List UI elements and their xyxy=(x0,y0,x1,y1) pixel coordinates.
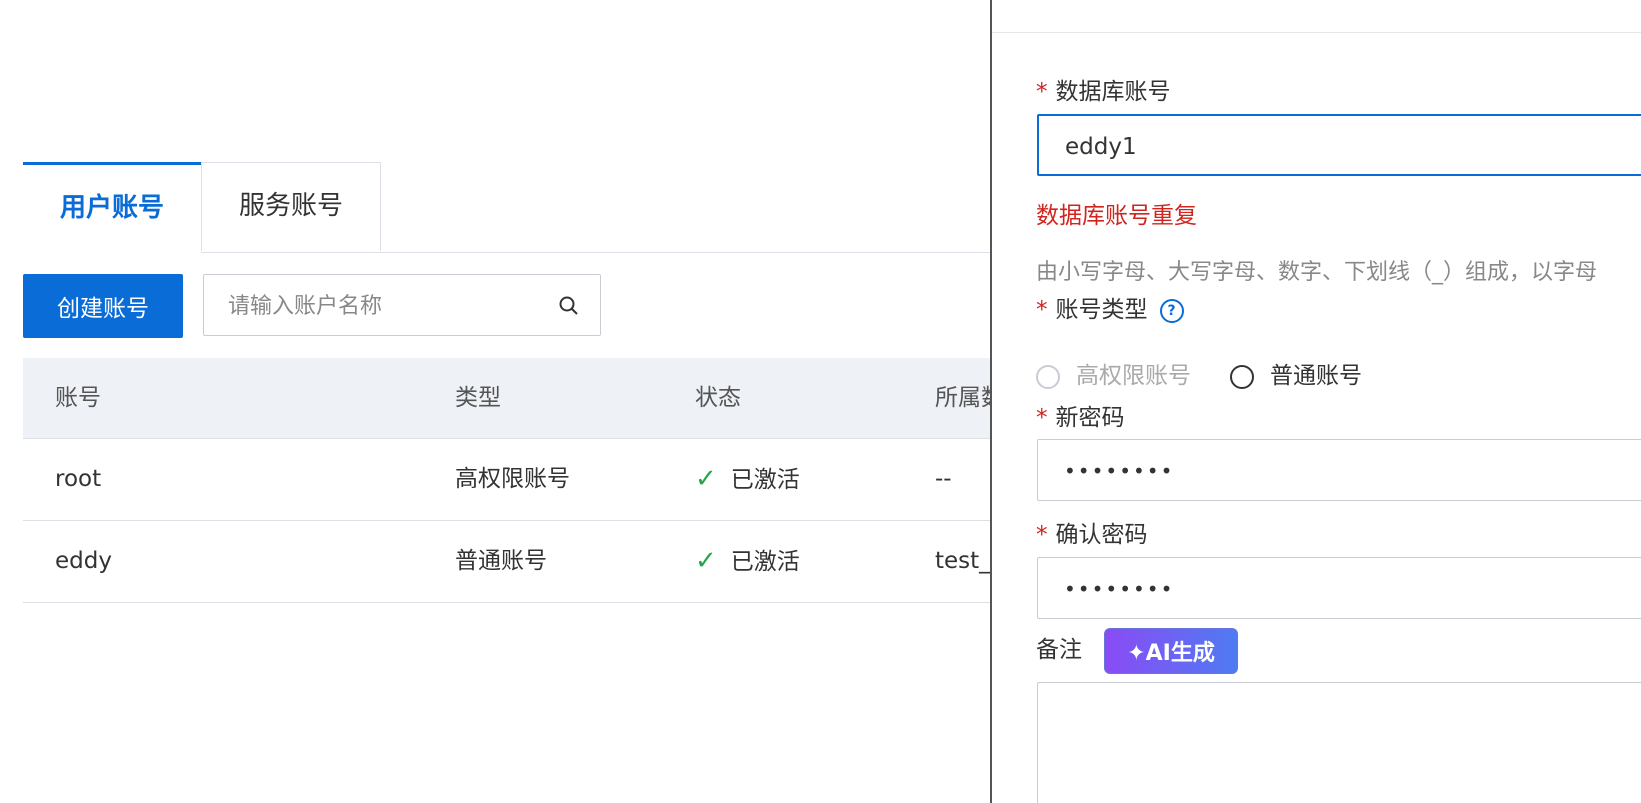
create-account-button[interactable]: 创建账号 xyxy=(23,274,183,338)
new-password-field xyxy=(1037,439,1641,501)
status-text: 已激活 xyxy=(730,467,800,493)
cell-status: ✓ 已激活 xyxy=(695,439,800,520)
header-type: 类型 xyxy=(455,385,501,411)
required-mark: * xyxy=(1036,405,1048,431)
db-account-field xyxy=(1037,114,1641,176)
required-mark: * xyxy=(1036,522,1048,548)
db-account-error: 数据库账号重复 xyxy=(1036,203,1197,229)
search-box xyxy=(203,274,601,336)
db-account-input[interactable] xyxy=(1063,126,1627,168)
cell-type: 普通账号 xyxy=(455,548,547,574)
create-account-drawer: *数据库账号 数据库账号重复 由小写字母、大写字母、数字、下划线（_）组成，以字… xyxy=(990,0,1641,803)
radio-normal-account[interactable]: 普通账号 xyxy=(1230,356,1362,390)
note-textarea[interactable] xyxy=(1037,682,1641,803)
cell-database: test_d xyxy=(935,548,990,574)
table-header: 账号 类型 状态 所属数 xyxy=(23,358,990,439)
tab-service-accounts[interactable]: 服务账号 xyxy=(201,162,381,251)
search-input[interactable] xyxy=(226,285,550,327)
header-status: 状态 xyxy=(695,385,741,411)
confirm-password-label: * 确认密码 xyxy=(1036,522,1148,548)
header-database: 所属数 xyxy=(935,385,990,411)
header-account: 账号 xyxy=(55,385,101,411)
cell-account: root xyxy=(55,466,102,492)
drawer-header-divider xyxy=(992,32,1641,33)
status-text: 已激活 xyxy=(730,549,800,575)
new-password-label: * 新密码 xyxy=(1036,405,1125,431)
cell-type: 高权限账号 xyxy=(455,466,570,492)
tab-user-accounts[interactable]: 用户账号 xyxy=(23,162,201,253)
radio-circle-icon xyxy=(1230,364,1254,389)
new-password-input[interactable] xyxy=(1062,450,1626,492)
check-icon: ✓ xyxy=(695,464,717,494)
account-tabs: 用户账号 服务账号 xyxy=(23,160,990,253)
help-icon[interactable]: ? xyxy=(1159,298,1184,323)
ai-generate-button[interactable]: ✦AI生成 xyxy=(1104,628,1238,674)
confirm-password-field xyxy=(1037,557,1641,619)
required-mark: * xyxy=(1036,297,1048,323)
required-mark: * xyxy=(1036,79,1048,105)
cell-account: eddy xyxy=(55,548,112,574)
check-icon: ✓ xyxy=(695,546,717,576)
cell-status: ✓ 已激活 xyxy=(695,521,800,602)
note-label: 备注 xyxy=(1036,637,1082,663)
account-type-label: * 账号类型? xyxy=(1036,290,1184,324)
db-account-hint: 由小写字母、大写字母、数字、下划线（_）组成，以字母 xyxy=(1036,260,1598,285)
table-row: eddy 普通账号 ✓ 已激活 test_d xyxy=(23,521,990,603)
search-icon[interactable] xyxy=(558,295,580,317)
table-row: root 高权限账号 ✓ 已激活 -- xyxy=(23,439,990,521)
db-account-label: * 数据库账号 xyxy=(1036,79,1171,105)
account-list-page: 用户账号 服务账号 创建账号 账号 类型 状态 所属数 root 高权限账号 ✓… xyxy=(0,0,990,803)
radio-high-privilege: 高权限账号 xyxy=(1036,356,1191,390)
cell-database: -- xyxy=(935,466,952,492)
confirm-password-input[interactable] xyxy=(1062,568,1626,610)
accounts-table: 账号 类型 状态 所属数 root 高权限账号 ✓ 已激活 -- eddy 普通账… xyxy=(23,358,990,603)
radio-circle-icon xyxy=(1036,364,1060,389)
